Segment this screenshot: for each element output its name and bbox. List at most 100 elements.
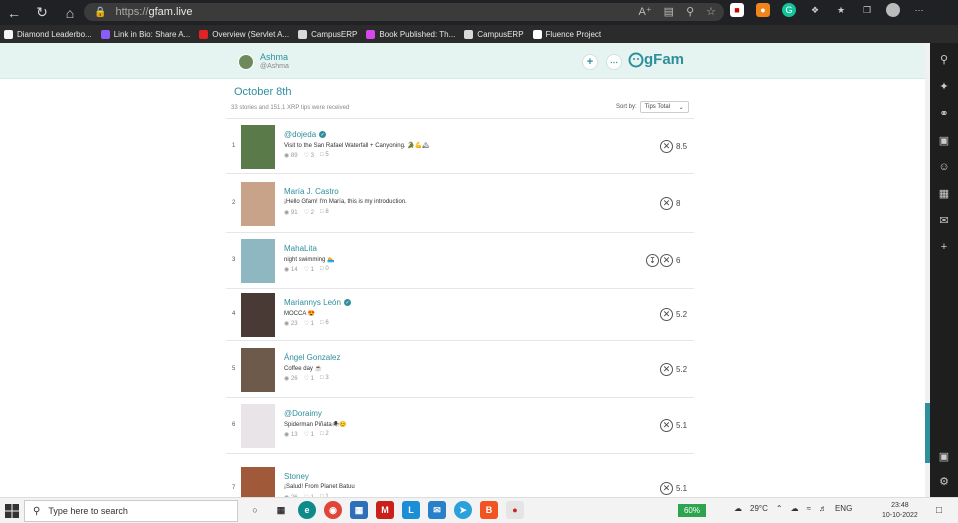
story-text: ¡Salud! From Planet Batuu <box>284 484 355 490</box>
read-aloud-icon[interactable]: A⁺ <box>639 5 652 18</box>
tray-chevron-icon[interactable]: ⌃ <box>776 504 783 513</box>
address-bar[interactable]: 🔒 https:// gfam.live A⁺ ▤ ⚲ ☆ <box>84 3 724 21</box>
app-icon[interactable]: ● <box>506 501 524 519</box>
story-author[interactable]: @dojeda ✓ <box>284 130 327 139</box>
telegram-app-icon[interactable]: ➤ <box>454 501 472 519</box>
shopping-icon[interactable]: ⚭ <box>939 107 948 120</box>
story-row[interactable]: 3 MahaLita night swimming 🏊 ◉ 14 ♡ 1 □ 0 ↧… <box>226 232 694 288</box>
tip-amount[interactable]: ✕ 8.5 <box>660 140 687 153</box>
brave-app-icon[interactable]: B <box>480 501 498 519</box>
immersive-reader-icon[interactable]: ▤ <box>664 5 674 18</box>
eye-icon: ◉ <box>284 153 290 159</box>
battery-indicator[interactable]: 60% <box>678 504 706 517</box>
bookmark-item[interactable]: Overview (Servlet A... <box>199 29 289 39</box>
menu-icon[interactable]: ⋯ <box>912 3 926 17</box>
store-app-icon[interactable]: ▦ <box>350 501 368 519</box>
sidebar-layout-icon[interactable]: ▣ <box>930 450 958 463</box>
l-app-icon[interactable]: L <box>402 501 420 519</box>
likes-stat: ♡ 1 <box>304 375 314 382</box>
story-thumbnail[interactable] <box>241 293 275 337</box>
windows-start-icon[interactable] <box>4 503 20 519</box>
story-author[interactable]: Stoney <box>284 472 309 481</box>
mcafee-app-icon[interactable]: M <box>376 501 394 519</box>
tip-amount[interactable]: ✕ 5.2 <box>660 308 687 321</box>
tip-amount[interactable]: ✕ 5.1 <box>660 419 687 432</box>
comments-stat: □ 0 <box>320 266 329 273</box>
add-button[interactable]: + <box>582 54 598 70</box>
bookmark-item[interactable]: Link in Bio: Share A... <box>100 29 190 39</box>
user-avatar[interactable] <box>238 54 254 70</box>
network-icon[interactable]: ☁ <box>791 504 799 513</box>
story-author-name: Ángel Gonzalez <box>284 353 341 362</box>
bookmark-item[interactable]: Book Published: Th... <box>366 29 455 39</box>
add-favorite-icon[interactable]: ☆ <box>706 5 716 18</box>
wifi-icon[interactable]: ≈ <box>807 504 811 513</box>
back-icon[interactable]: ← <box>0 0 28 25</box>
bookmark-item[interactable]: CampusERP <box>298 29 357 39</box>
mail-app-icon[interactable]: ✉ <box>428 501 446 519</box>
pocket-extension-icon[interactable]: ■ <box>730 3 744 17</box>
people-icon[interactable]: ☺ <box>938 161 949 173</box>
volume-icon[interactable]: ♬ <box>819 504 827 513</box>
search-icon[interactable]: ⚲ <box>940 53 948 66</box>
refresh-icon[interactable]: ↻ <box>28 0 56 25</box>
tip-value: 8 <box>676 199 681 208</box>
add-icon[interactable]: + <box>941 241 947 253</box>
bookmark-item[interactable]: Diamond Leaderbo... <box>4 29 92 39</box>
story-row[interactable]: 5 Ángel Gonzalez Coffee day ☕ ◉ 26 ♡ 1 □ 3… <box>226 340 694 397</box>
extensions-icon[interactable]: ❖ <box>808 3 822 17</box>
story-author[interactable]: @Doraimy <box>284 409 322 418</box>
bookmark-item[interactable]: CampusERP <box>464 29 524 39</box>
home-icon[interactable]: ⌂ <box>56 0 84 25</box>
sort-select[interactable]: Tips Total ⌄ <box>639 101 689 113</box>
task-view-icon[interactable]: ▦ <box>272 501 290 519</box>
tip-amount[interactable]: ✕ 8 <box>660 197 680 210</box>
chrome-app-icon[interactable]: ◉ <box>324 501 342 519</box>
story-row[interactable]: 7Stoney¡Salud! From Planet Batuu ◉ 26 ♡ … <box>226 453 694 497</box>
weather-icon[interactable]: ☁ <box>734 504 742 513</box>
metamask-extension-icon[interactable]: ● <box>756 3 770 17</box>
story-row[interactable]: 2 María J. Castro ¡Hello Gfam! I'm María, … <box>226 173 694 232</box>
office-icon[interactable]: ▦ <box>939 187 949 200</box>
tip-amount[interactable]: ✕ 5.1 <box>660 482 687 495</box>
story-author-name: Stoney <box>284 472 309 481</box>
story-thumbnail[interactable] <box>241 182 275 226</box>
tip-amount[interactable]: ✕ 5.2 <box>660 363 687 376</box>
edge-app-icon[interactable]: e <box>298 501 316 519</box>
download-icon[interactable]: ↧ <box>646 254 659 267</box>
story-row[interactable]: 6 @Doraimy Spiderman Piñata🕷😊 ◉ 13 ♡ 1 □ 2… <box>226 397 694 453</box>
story-thumbnail[interactable] <box>241 239 275 283</box>
collections-icon[interactable]: ❐ <box>860 3 874 17</box>
language-indicator[interactable]: ENG <box>835 504 852 513</box>
discover-icon[interactable]: ✦ <box>939 80 948 93</box>
zoom-icon[interactable]: ⚲ <box>686 5 694 18</box>
clock[interactable]: 23:48 10-10-2022 <box>882 501 918 521</box>
tip-amount[interactable]: ✕ 6 <box>660 254 680 267</box>
tools-icon[interactable]: ▣ <box>939 134 949 147</box>
story-author[interactable]: María J. Castro <box>284 187 339 196</box>
story-row[interactable]: 1 @dojeda ✓ Visit to the San Rafael Waterfa… <box>226 118 694 173</box>
story-author[interactable]: Mariannys León ✓ <box>284 298 351 307</box>
settings-icon[interactable]: ⚙ <box>930 475 958 488</box>
story-row[interactable]: 4 Mariannys León ✓ MOCCA 😍 ◉ 23 ♡ 1 □ 6 ✕ 5.… <box>226 288 694 340</box>
more-button[interactable]: ⋯ <box>606 54 622 70</box>
story-author[interactable]: Ángel Gonzalez <box>284 353 340 362</box>
story-thumbnail[interactable] <box>241 125 275 169</box>
cortana-icon[interactable]: ○ <box>246 501 264 519</box>
bookmark-label: Diamond Leaderbo... <box>17 29 92 39</box>
story-thumbnail[interactable] <box>241 348 275 392</box>
outlook-icon[interactable]: ✉ <box>939 214 948 227</box>
profile-avatar[interactable] <box>886 3 900 17</box>
story-thumbnail[interactable] <box>241 467 275 497</box>
favorites-icon[interactable]: ★ <box>834 3 848 17</box>
user-name[interactable]: Ashma <box>260 52 288 62</box>
gfam-logo[interactable]: gFam <box>628 51 684 68</box>
notification-icon[interactable]: □ <box>936 505 942 516</box>
grammarly-extension-icon[interactable]: G <box>782 3 796 17</box>
xrp-icon: ✕ <box>660 254 673 267</box>
taskbar-search[interactable]: ⚲ Type here to search <box>24 500 238 522</box>
story-thumbnail[interactable] <box>241 404 275 448</box>
weather-temp[interactable]: 29°C <box>750 504 768 513</box>
story-author[interactable]: MahaLita <box>284 244 317 253</box>
bookmark-item[interactable]: Fluence Project <box>532 29 601 39</box>
